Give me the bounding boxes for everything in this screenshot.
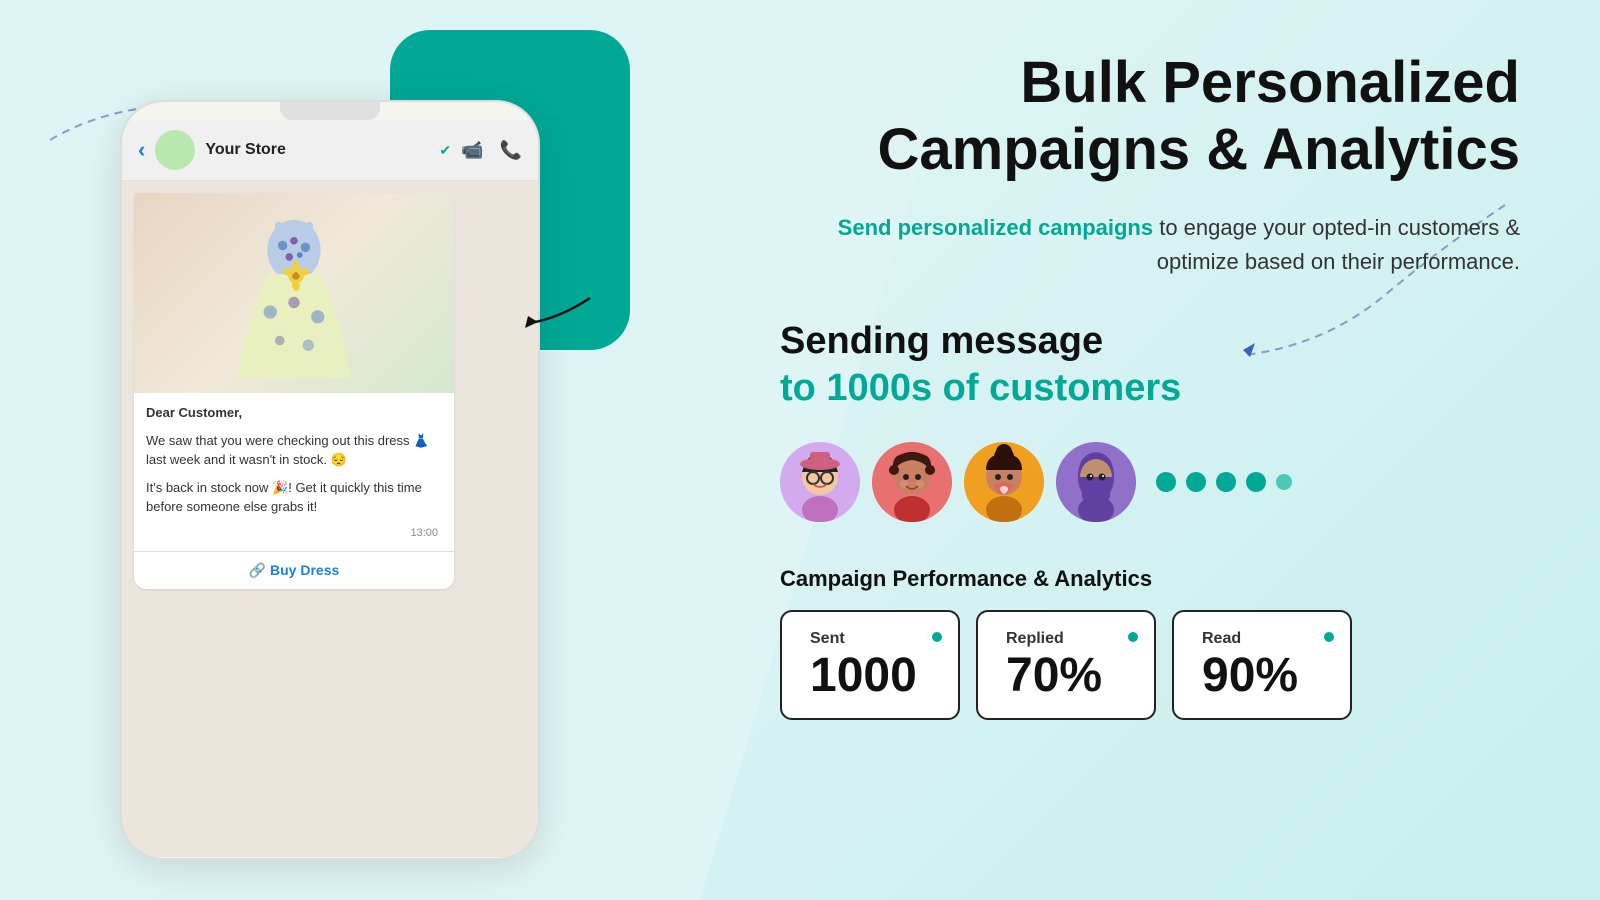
replied-dot — [1128, 632, 1138, 642]
more-dots — [1156, 472, 1292, 492]
message-greeting: Dear Customer, — [146, 405, 242, 420]
read-value: 90% — [1202, 652, 1322, 700]
phone-call-icon[interactable]: 📞 — [500, 140, 522, 161]
message-text: Dear Customer, We saw that you were chec… — [134, 393, 454, 551]
avatar-2 — [872, 442, 952, 522]
read-card: Read 90% — [1172, 610, 1352, 720]
dot-2 — [1186, 472, 1206, 492]
avatar-3 — [964, 442, 1044, 522]
read-label: Read — [1202, 630, 1322, 648]
product-image — [134, 193, 454, 393]
dot-4 — [1246, 472, 1266, 492]
replied-card: Replied 70% — [976, 610, 1156, 720]
replied-value: 70% — [1006, 652, 1126, 700]
verified-badge-icon: ✔ — [439, 142, 451, 159]
sending-title: Sending message — [780, 320, 1520, 363]
message-bubble: Dear Customer, We saw that you were chec… — [134, 193, 454, 589]
read-dot — [1324, 632, 1334, 642]
message-body1: We saw that you were checking out this d… — [146, 431, 442, 470]
avatar-4 — [1056, 442, 1136, 522]
sent-card: Sent 1000 — [780, 610, 960, 720]
store-name: Your Store — [205, 141, 429, 159]
arrow-annotation — [520, 278, 600, 338]
message-time: 13:00 — [146, 525, 442, 542]
sending-subtitle: to 1000s of customers — [780, 367, 1520, 410]
store-avatar — [155, 130, 195, 170]
dot-3 — [1216, 472, 1236, 492]
right-section: Bulk Personalized Campaigns & Analytics … — [660, 0, 1600, 900]
dress-illustration — [224, 198, 364, 388]
subtitle-rest: to engage your opted-in customers & opti… — [1153, 215, 1520, 274]
video-call-icon[interactable]: 📹 — [461, 140, 483, 161]
avatar-1 — [780, 442, 860, 522]
subtitle-green: Send personalized campaigns — [838, 215, 1153, 240]
avatars-row — [780, 442, 1520, 522]
sent-dot — [932, 632, 942, 642]
sent-value: 1000 — [810, 652, 930, 700]
replied-label: Replied — [1006, 630, 1126, 648]
analytics-section: Campaign Performance & Analytics Sent 10… — [780, 566, 1520, 720]
dot-1 — [1156, 472, 1176, 492]
sending-section: Sending message to 1000s of customers — [780, 320, 1520, 410]
subtitle-block: Send personalized campaigns to engage yo… — [780, 211, 1520, 279]
chat-body: Dear Customer, We saw that you were chec… — [122, 181, 538, 857]
analytics-title: Campaign Performance & Analytics — [780, 566, 1520, 592]
buy-dress-button[interactable]: 🔗 Buy Dress — [134, 551, 454, 589]
left-section: ‹ Your Store ✔ 📹 📞 — [0, 0, 660, 900]
back-arrow-icon[interactable]: ‹ — [138, 137, 145, 163]
message-body2: It's back in stock now 🎉! Get it quickly… — [146, 478, 442, 517]
dot-5 — [1276, 474, 1292, 490]
main-title: Bulk Personalized Campaigns & Analytics — [780, 50, 1520, 183]
chat-header: ‹ Your Store ✔ 📹 📞 — [122, 120, 538, 181]
analytics-cards: Sent 1000 Replied 70% Read 90% — [780, 610, 1520, 720]
phone-mockup: ‹ Your Store ✔ 📹 📞 — [120, 100, 540, 860]
header-icons: 📹 📞 — [461, 140, 522, 161]
sent-label: Sent — [810, 630, 930, 648]
phone-notch — [280, 102, 380, 120]
